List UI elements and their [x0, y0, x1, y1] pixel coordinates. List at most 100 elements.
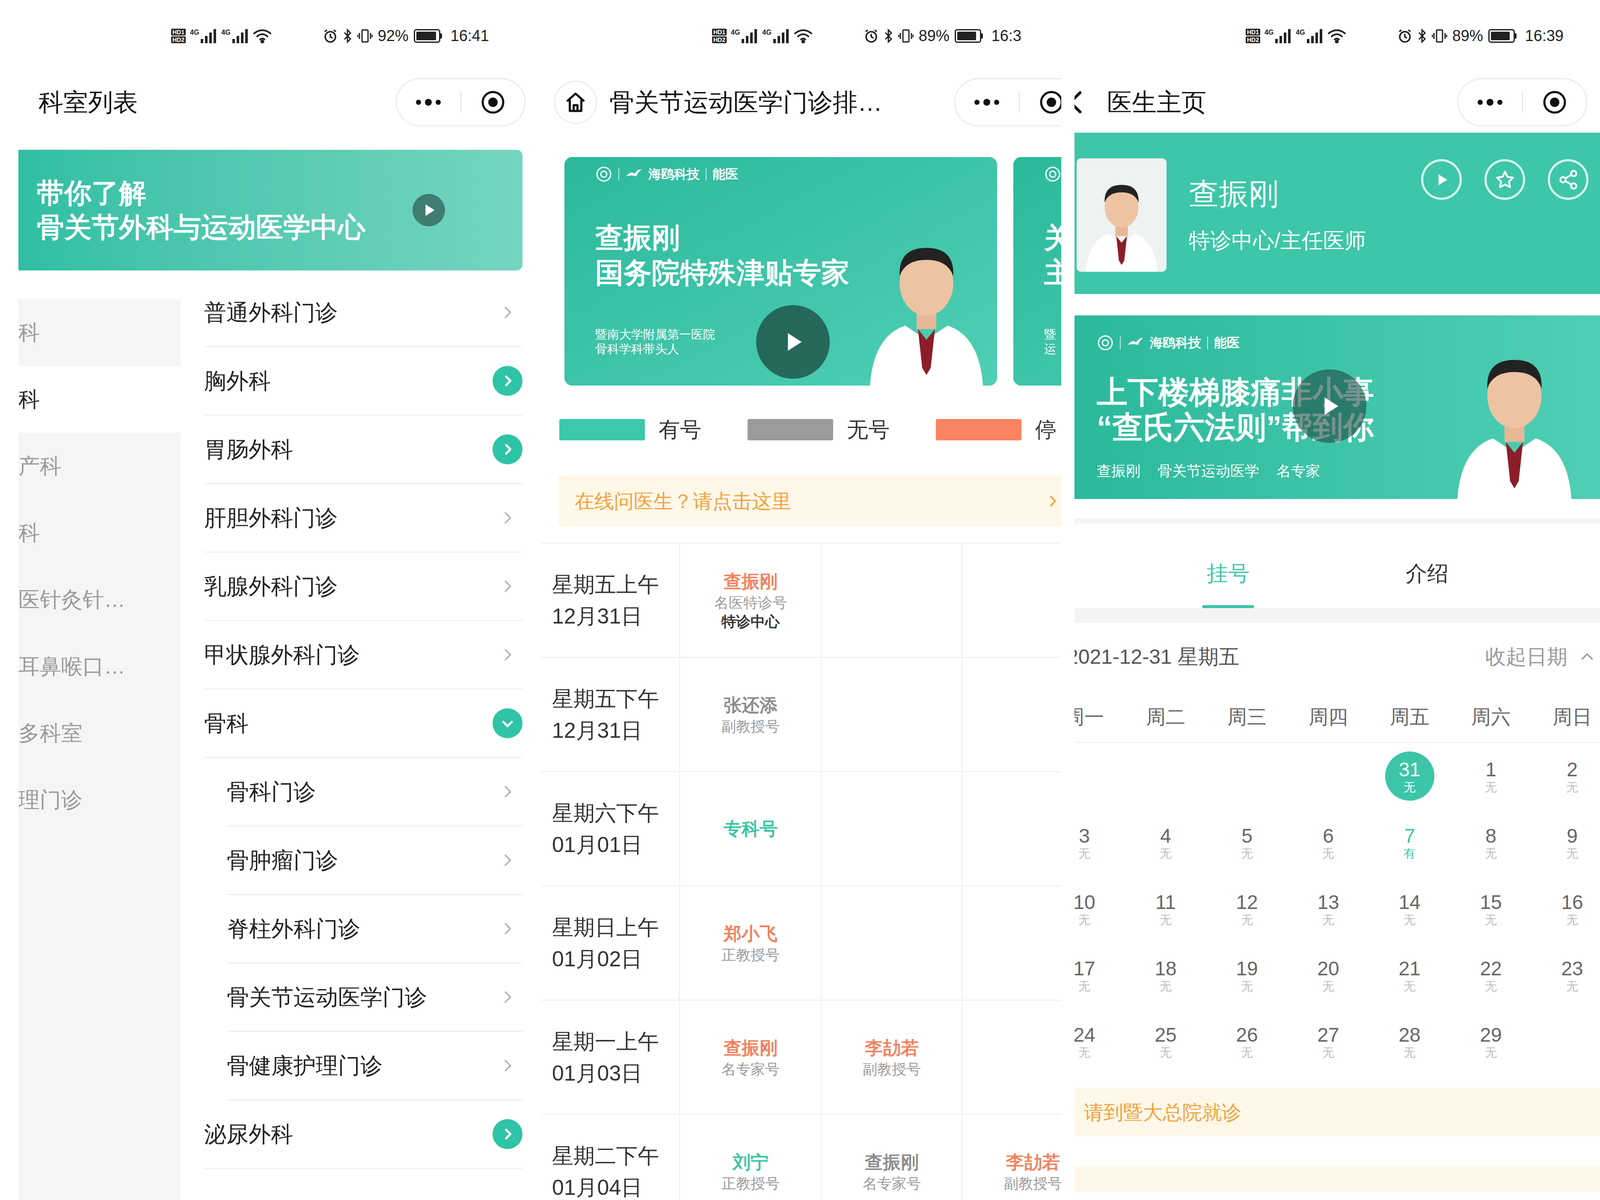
schedule-slot[interactable]: 张还添副教授号 [679, 657, 822, 772]
schedule-slot[interactable]: 查振刚名专家号 [679, 1000, 822, 1114]
calendar-day[interactable]: 4无 [1125, 809, 1207, 876]
day-number: 14 [1398, 890, 1421, 914]
day-status: 无 [1403, 979, 1416, 994]
calendar-day[interactable]: 23无 [1531, 941, 1600, 1009]
play-button[interactable] [412, 193, 446, 227]
sidebar-item[interactable]: 多科室 [18, 699, 181, 767]
sidebar-item[interactable]: 理门诊 [18, 766, 181, 834]
more-icon[interactable] [396, 98, 461, 107]
sidebar-item[interactable]: 耳鼻喉口… [18, 632, 181, 700]
doctor-video-banner[interactable]: 海鸥科技能医上下楼梯膝痛非小事“查氏六法则”帮到你查振刚骨关节运动医学名专家 [1074, 315, 1600, 499]
tab[interactable]: 挂号 [1128, 523, 1328, 609]
calendar-day[interactable]: 12无 [1206, 875, 1288, 942]
calendar-day[interactable]: 16无 [1531, 875, 1600, 942]
close-target-icon[interactable] [461, 90, 526, 115]
department-row[interactable]: 普通外科门诊 [204, 299, 523, 348]
schedule-slot[interactable]: 专科号 [679, 771, 822, 886]
favorite-button[interactable] [1484, 159, 1526, 200]
expand-toggle[interactable] [492, 434, 523, 465]
calendar-day[interactable]: 2无 [1531, 742, 1600, 810]
expand-toggle[interactable] [492, 365, 523, 396]
tab[interactable]: 介绍 [1327, 523, 1527, 609]
network-group: HD1HD24G4G [712, 28, 813, 44]
department-row[interactable]: 胸外科 [204, 347, 523, 416]
calendar-day[interactable]: 19无 [1206, 941, 1288, 1009]
calendar-day[interactable]: 7有 [1368, 809, 1451, 876]
more-icon[interactable] [955, 98, 1019, 107]
department-row[interactable]: 肝胆外科门诊 [204, 483, 523, 553]
video-button[interactable] [1421, 159, 1462, 200]
department-row[interactable]: 骨科 [204, 689, 523, 758]
schedule-slot[interactable]: 查振刚名医特诊号特诊中心 [679, 543, 822, 657]
calendar-day[interactable]: 18无 [1125, 941, 1207, 1009]
title-bar: 骨关节运动医学门诊排… [540, 71, 1062, 133]
intro-video-banner[interactable]: 带你了解骨关节外科与运动医学中心 [18, 149, 523, 271]
collapse-button[interactable]: 收起日期 [1485, 644, 1568, 670]
home-button[interactable] [554, 80, 597, 124]
calendar-day[interactable]: 20无 [1287, 941, 1369, 1009]
share-button[interactable] [1547, 159, 1589, 200]
schedule-slot[interactable]: 李劼若副教授号 [962, 1114, 1062, 1200]
headline-line: 主 [1044, 255, 1062, 291]
calendar-day[interactable]: 29无 [1450, 1008, 1532, 1075]
calendar-day[interactable]: 28无 [1368, 1008, 1451, 1075]
sidebar-item[interactable]: 科 [18, 299, 181, 366]
day-marker: 5无 [1222, 817, 1272, 867]
sidebar-item[interactable]: 科 [18, 365, 181, 433]
calendar-day[interactable]: 14无 [1368, 875, 1451, 942]
play-icon [777, 326, 808, 357]
back-button[interactable] [1074, 89, 1087, 116]
sidebar-item[interactable]: 医针灸针… [18, 566, 181, 633]
calendar-day[interactable]: 31无 [1368, 742, 1451, 810]
department-row[interactable]: 甲状腺外科门诊 [204, 620, 523, 690]
video-card[interactable]: 关主暨运 [1013, 157, 1062, 386]
calendar-day[interactable]: 15无 [1450, 875, 1532, 942]
department-label: 普通外科门诊 [204, 299, 493, 327]
play-button[interactable] [1292, 369, 1367, 443]
sidebar-item[interactable]: 科 [18, 499, 181, 567]
calendar-day[interactable]: 3无 [1074, 809, 1126, 876]
calendar-day[interactable]: 13无 [1287, 875, 1369, 942]
close-target-icon[interactable] [1019, 90, 1062, 115]
expand-toggle[interactable] [492, 1119, 523, 1149]
calendar-day[interactable]: 24无 [1074, 1008, 1126, 1075]
calendar-day[interactable]: 10无 [1074, 875, 1126, 942]
video-card[interactable]: 海鸥科技能医查振刚国务院特殊津贴专家暨南大学附属第一医院骨科学科带头人 [564, 157, 998, 386]
capsule-divider [1018, 91, 1020, 113]
department-row[interactable]: 胃肠外科 [204, 415, 523, 484]
close-target-icon[interactable] [1522, 90, 1587, 115]
department-row[interactable]: 骨肿瘤门诊 [226, 826, 523, 895]
department-row[interactable]: 骨科门诊 [226, 757, 523, 827]
department-row[interactable]: 泌尿外科 [204, 1100, 523, 1169]
calendar-day[interactable]: 17无 [1074, 941, 1126, 1009]
more-icon[interactable] [1458, 98, 1523, 107]
department-row[interactable]: 乳腺外科门诊 [204, 552, 523, 621]
calendar-day[interactable]: 9无 [1531, 809, 1600, 876]
schedule-slot[interactable]: 李劼若副教授号 [821, 1000, 963, 1114]
calendar-day[interactable]: 11无 [1125, 875, 1207, 942]
schedule-slot[interactable]: 郑小飞正教授号 [679, 886, 822, 1000]
department-label: 脊柱外科门诊 [226, 914, 493, 943]
department-row[interactable]: 骨关节运动医学门诊 [226, 963, 523, 1032]
calendar-day[interactable]: 5无 [1206, 809, 1288, 876]
department-row[interactable]: 脊柱外科门诊 [226, 894, 523, 964]
doctor-name: 刘宁 [732, 1150, 769, 1174]
star-icon [1494, 169, 1516, 191]
calendar-day[interactable]: 25无 [1125, 1008, 1207, 1075]
calendar-day[interactable]: 8无 [1450, 809, 1532, 876]
schedule-slot[interactable]: 刘宁正教授号 [679, 1114, 822, 1200]
screenshots-root: HD1HD24G4G92%16:41科室列表带你了解骨关节外科与运动医学中心科科… [0, 0, 1600, 1200]
legend-swatch [747, 418, 834, 441]
expand-toggle[interactable] [492, 708, 523, 739]
calendar-day[interactable]: 1无 [1450, 742, 1532, 810]
calendar-day[interactable]: 27无 [1287, 1008, 1369, 1075]
calendar-day[interactable]: 22无 [1450, 941, 1532, 1009]
ask-doctor-notice[interactable]: 在线问医生？请点击这里 [558, 475, 1062, 527]
calendar-day[interactable]: 26无 [1206, 1008, 1288, 1075]
department-row[interactable]: 骨健康护理门诊 [226, 1031, 523, 1101]
schedule-slot[interactable]: 查振刚名专家号 [821, 1114, 963, 1200]
sidebar-item[interactable]: 产科 [18, 432, 181, 500]
calendar-day[interactable]: 21无 [1368, 941, 1451, 1009]
calendar-day[interactable]: 6无 [1287, 809, 1369, 876]
play-button[interactable] [756, 305, 830, 379]
